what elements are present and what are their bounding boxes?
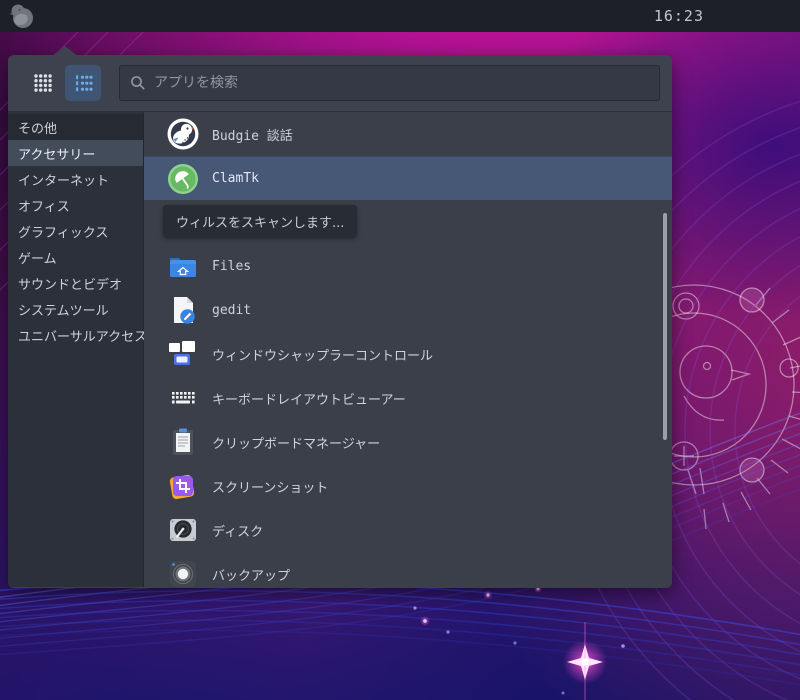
category-universal-access[interactable]: ユニバーサルアクセス xyxy=(8,322,147,348)
app-label: スクリーンショット xyxy=(212,480,329,496)
app-label: Budgie 談話 xyxy=(212,128,293,144)
app-list-scrollbar[interactable] xyxy=(663,213,667,440)
app-label: Files xyxy=(212,258,252,274)
app-list: Budgie 談話 ClamTk ウィルスをスキャンします... Files g… xyxy=(144,112,672,587)
search-icon xyxy=(131,76,145,90)
tooltip-area: ウィルスをスキャンします... xyxy=(144,200,672,244)
files-icon xyxy=(170,258,196,277)
ornament-ticks xyxy=(703,287,800,530)
keyboard-layout-icon xyxy=(169,389,197,407)
clock[interactable]: 16:23 xyxy=(654,0,704,32)
app-row-disks[interactable]: ディスク xyxy=(144,508,672,552)
app-label: ディスク xyxy=(212,524,264,540)
app-row-screenshot[interactable]: スクリーンショット xyxy=(144,464,672,508)
budgie-menu-button[interactable] xyxy=(0,0,44,32)
clamtk-icon xyxy=(168,163,198,194)
app-row-files[interactable]: Files xyxy=(144,244,672,288)
category-system-tools[interactable]: システムツール xyxy=(8,296,143,322)
app-label: ClamTk xyxy=(212,171,259,186)
grid-view-icon xyxy=(34,74,52,92)
popup-arrow xyxy=(52,46,78,56)
gedit-icon xyxy=(174,297,195,324)
backup-icon xyxy=(170,561,196,587)
category-games[interactable]: ゲーム xyxy=(8,244,143,270)
category-sidebar: その他 アクセサリー インターネット オフィス グラフィックス ゲーム サウンド… xyxy=(8,112,147,587)
app-label: バックアップ xyxy=(212,568,291,584)
search-input[interactable] xyxy=(154,75,649,91)
app-row-keyboard-layout-viewer[interactable]: キーボードレイアウトビューアー xyxy=(144,376,672,420)
app-label: gedit xyxy=(212,302,252,318)
disks-icon xyxy=(170,519,196,541)
app-row-window-shuffler[interactable]: ウィンドウシャップラーコントロール xyxy=(144,332,672,376)
sparkle-stars xyxy=(413,585,625,700)
category-other[interactable]: その他 xyxy=(8,114,143,140)
budgie-hangout-icon xyxy=(167,118,199,150)
category-office[interactable]: オフィス xyxy=(8,192,143,218)
category-internet[interactable]: インターネット xyxy=(8,166,143,192)
app-row-budgie-hangout[interactable]: Budgie 談話 xyxy=(144,112,672,156)
app-search-box xyxy=(119,65,660,101)
app-label: キーボードレイアウトビューアー xyxy=(212,392,406,408)
app-row-clipboard-manager[interactable]: クリップボードマネージャー xyxy=(144,420,672,464)
menu-header xyxy=(8,55,672,112)
list-view-button[interactable] xyxy=(65,65,101,101)
clipboard-manager-icon xyxy=(173,428,193,455)
app-row-clamtk[interactable]: ClamTk xyxy=(144,156,672,200)
screenshot-icon xyxy=(169,474,195,500)
window-shuffler-icon xyxy=(169,341,195,365)
category-sound-video[interactable]: サウンドとビデオ xyxy=(8,270,143,296)
app-tooltip: ウィルスをスキャンします... xyxy=(163,205,358,238)
app-label: クリップボードマネージャー xyxy=(212,436,381,452)
app-row-gedit[interactable]: gedit xyxy=(144,288,672,332)
app-label: ウィンドウシャップラーコントロール xyxy=(212,348,434,364)
category-graphics[interactable]: グラフィックス xyxy=(8,218,143,244)
category-accessories[interactable]: アクセサリー xyxy=(8,140,143,166)
list-view-icon xyxy=(76,75,93,92)
desktop: 16:23 アプリを検索 その他 アクセサリー インターネット オフィス グラフ… xyxy=(0,0,800,700)
top-panel: 16:23 xyxy=(0,0,800,32)
app-menu-popup: その他 アクセサリー インターネット オフィス グラフィックス ゲーム サウンド… xyxy=(8,46,672,588)
grid-view-button[interactable] xyxy=(25,65,61,101)
menu-body: その他 アクセサリー インターネット オフィス グラフィックス ゲーム サウンド… xyxy=(8,112,672,587)
app-row-backup[interactable]: バックアップ xyxy=(144,552,672,587)
budgie-logo-icon xyxy=(9,4,33,28)
